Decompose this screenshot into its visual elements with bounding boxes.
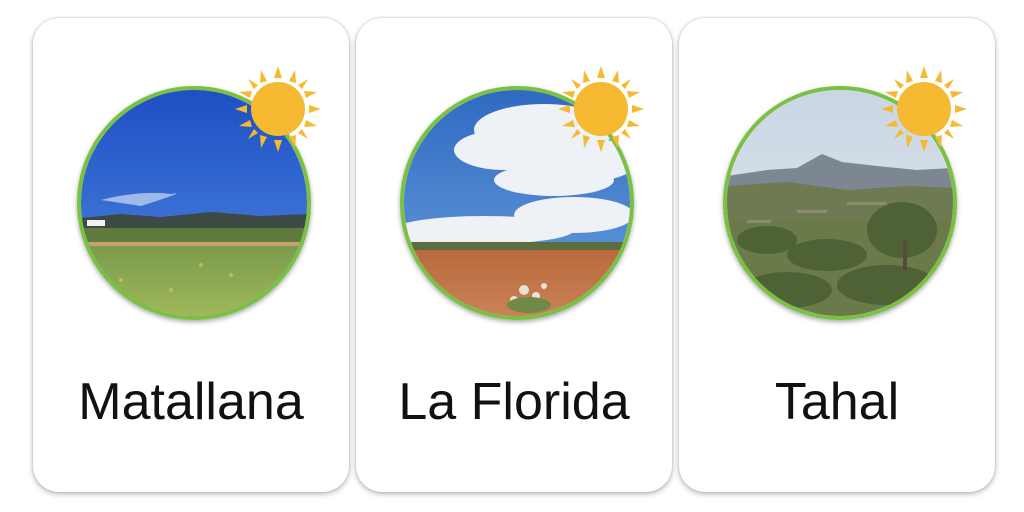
location-card-la-florida[interactable]: La Florida xyxy=(356,18,672,492)
location-cards: Matallana La Florida Tahal xyxy=(0,0,1024,512)
sun-icon xyxy=(879,64,969,154)
location-name: Matallana xyxy=(78,373,304,431)
location-card-tahal[interactable]: Tahal xyxy=(679,18,995,492)
location-name: Tahal xyxy=(774,373,900,431)
sun-icon xyxy=(233,64,323,154)
location-card-matallana[interactable]: Matallana xyxy=(33,18,349,492)
sun-icon xyxy=(556,64,646,154)
location-name: La Florida xyxy=(398,373,630,431)
